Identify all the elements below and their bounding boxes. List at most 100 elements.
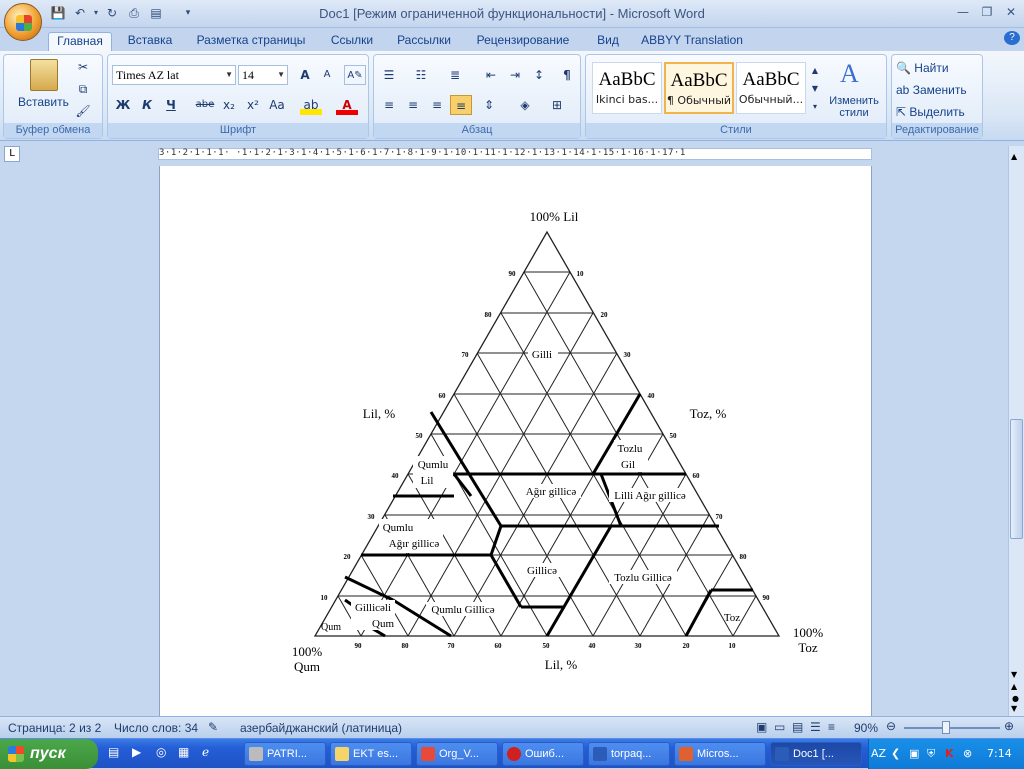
strikethrough-button[interactable]: abe — [194, 95, 216, 115]
page-count[interactable]: Страница: 2 из 2 — [8, 721, 101, 735]
find-button[interactable]: 🔍 Найти — [896, 61, 949, 75]
language-status[interactable]: азербайджанский (латиница) — [240, 721, 402, 735]
justify-icon[interactable]: ≡ — [450, 95, 472, 115]
taskbar-item[interactable]: EKT es... — [330, 742, 412, 766]
multilevel-list-icon[interactable]: ≣ — [444, 65, 466, 85]
ie-icon[interactable]: ℯ — [202, 745, 209, 759]
outline-icon[interactable]: ☰ — [810, 720, 821, 734]
document-page[interactable]: 100% Lil Lil, % Toz, % 100% Qum 100% Toz… — [159, 166, 872, 716]
styles-scroll-down-icon[interactable]: ▼ — [808, 79, 822, 99]
font-size-combo[interactable]: 14 ▼ — [238, 65, 288, 85]
spelling-icon[interactable]: ✎ — [208, 720, 218, 734]
format-painter-icon[interactable]: 🖌 — [72, 101, 94, 121]
underline-button[interactable]: Ч — [160, 95, 182, 115]
chevron-down-icon[interactable]: ▼ — [277, 66, 285, 84]
superscript-button[interactable]: x² — [242, 95, 264, 115]
zoom-out-icon[interactable]: ⊖ — [886, 719, 896, 733]
scroll-up-icon[interactable]: ▲ — [1011, 152, 1017, 161]
scroll-down-icon[interactable]: ▼ — [1011, 670, 1017, 679]
styles-scroll-up-icon[interactable]: ▲ — [808, 61, 822, 81]
quicklaunch-icon[interactable]: ▤ — [108, 745, 119, 759]
tray-expand-icon[interactable]: ❮ — [891, 739, 900, 769]
browse-object-icon[interactable]: ● — [1012, 694, 1019, 703]
vertical-scrollbar[interactable]: ▲ ▼ ▲ ● ▼ — [1008, 146, 1024, 716]
align-right-icon[interactable]: ≡ — [426, 95, 448, 115]
shrink-font-button[interactable]: A — [316, 65, 338, 85]
borders-icon[interactable]: ⊞ — [546, 95, 568, 115]
minimize-button[interactable]: — — [952, 5, 974, 23]
style-item[interactable]: AaBbC Ikinci bas... — [592, 62, 662, 114]
zoom-level[interactable]: 90% — [854, 721, 878, 735]
change-styles-icon[interactable]: A — [840, 59, 859, 89]
taskbar-item[interactable]: Micros... — [674, 742, 766, 766]
change-case-button[interactable]: Aa — [266, 95, 288, 115]
show-marks-icon[interactable]: ¶ — [556, 65, 578, 85]
cut-icon[interactable]: ✂ — [72, 57, 94, 77]
tab-view[interactable]: Вид — [588, 32, 628, 51]
tab-insert[interactable]: Вставка — [120, 32, 180, 51]
network-icon[interactable]: ▣ — [909, 739, 919, 769]
tab-page-layout[interactable]: Разметка страницы — [190, 32, 312, 51]
italic-button[interactable]: К — [136, 95, 158, 115]
taskbar-item[interactable]: Org_V... — [416, 742, 498, 766]
replace-button[interactable]: ab Заменить — [896, 83, 967, 97]
next-page-icon[interactable]: ▼ — [1011, 704, 1017, 713]
taskbar-item[interactable]: PATRI... — [244, 742, 326, 766]
web-layout-icon[interactable]: ▤ — [792, 720, 803, 734]
grow-font-button[interactable]: A — [294, 65, 316, 85]
paste-icon[interactable] — [30, 59, 58, 91]
align-left-icon[interactable]: ≡ — [378, 95, 400, 115]
line-spacing-icon[interactable]: ⇕ — [478, 95, 500, 115]
paste-button-label[interactable]: Вставить — [18, 95, 69, 109]
zoom-in-icon[interactable]: ⊕ — [1004, 719, 1014, 733]
font-name-combo[interactable]: Times AZ lat ▼ — [112, 65, 236, 85]
clear-format-icon[interactable]: A✎ — [344, 65, 366, 85]
taskbar-item-active[interactable]: Doc1 [... — [770, 742, 862, 766]
start-button[interactable]: пуск — [0, 739, 98, 769]
taskbar-item[interactable]: torpaq... — [588, 742, 670, 766]
alert-icon[interactable]: ⊗ — [963, 739, 972, 769]
bold-button[interactable]: Ж — [112, 95, 134, 115]
print-layout-icon[interactable]: ▣ — [756, 720, 767, 734]
increase-indent-icon[interactable]: ⇥ — [504, 65, 526, 85]
tab-mailings[interactable]: Рассылки — [390, 32, 458, 51]
scroll-thumb[interactable] — [1010, 419, 1023, 539]
tab-abbyy[interactable]: ABBYY Translation — [636, 32, 748, 51]
chevron-down-icon[interactable]: ▼ — [225, 66, 233, 84]
change-styles-button[interactable]: Изменить стили — [826, 95, 882, 119]
style-item-selected[interactable]: AaBbC ¶ Обычный — [664, 62, 734, 114]
opera-icon[interactable]: ◎ — [156, 745, 166, 759]
tab-home[interactable]: Главная — [48, 32, 112, 51]
clock[interactable]: 7:14 — [987, 739, 1012, 769]
subscript-button[interactable]: x₂ — [218, 95, 240, 115]
desktop-icon[interactable]: ▦ — [178, 745, 189, 759]
select-button[interactable]: ⇱ Выделить — [896, 105, 965, 119]
antivirus-icon[interactable]: K — [945, 739, 954, 769]
shading-icon[interactable]: ◈ — [514, 95, 536, 115]
media-player-icon[interactable]: ▶ — [132, 745, 141, 759]
align-center-icon[interactable]: ≡ — [402, 95, 424, 115]
styles-more-icon[interactable]: ▾ — [808, 97, 822, 117]
sort-icon[interactable]: ↕ — [528, 65, 550, 85]
restore-button[interactable]: ❐ — [976, 5, 998, 23]
tab-review[interactable]: Рецензирование — [468, 32, 578, 51]
font-color-icon[interactable]: A — [336, 95, 358, 115]
word-count[interactable]: Число слов: 34 — [114, 721, 198, 735]
highlight-icon[interactable]: ab — [300, 95, 322, 115]
shield-icon[interactable]: ⛨ — [927, 739, 935, 769]
bullets-icon[interactable]: ☰ — [378, 65, 400, 85]
tab-selector-icon[interactable]: L — [4, 146, 20, 162]
draft-icon[interactable]: ≡ — [828, 720, 835, 734]
zoom-slider[interactable] — [904, 727, 1000, 729]
prev-page-icon[interactable]: ▲ — [1011, 682, 1017, 691]
full-screen-icon[interactable]: ▭ — [774, 720, 785, 734]
tab-references[interactable]: Ссылки — [322, 32, 382, 51]
decrease-indent-icon[interactable]: ⇤ — [480, 65, 502, 85]
taskbar-item[interactable]: Ошиб... — [502, 742, 584, 766]
style-item[interactable]: AaBbC Обычный... — [736, 62, 806, 114]
numbering-icon[interactable]: ☷ — [410, 65, 432, 85]
language-indicator[interactable]: AZ — [871, 739, 886, 769]
horizontal-ruler[interactable]: 3·1·2·1·1·1· ·1·1·2·1·3·1·4·1·5·1·6·1·7·… — [158, 148, 872, 160]
zoom-slider-thumb[interactable] — [942, 721, 950, 734]
copy-icon[interactable]: ⧉ — [72, 79, 94, 99]
